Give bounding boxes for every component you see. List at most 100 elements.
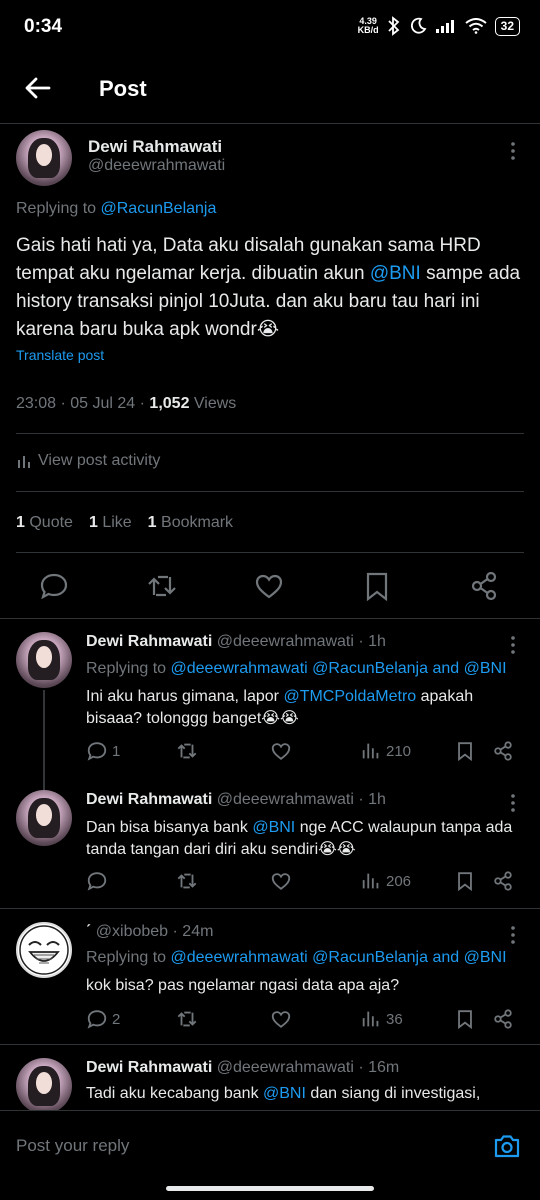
stat-label: Quote (29, 514, 73, 531)
author-handle[interactable]: @deeewrahmawati (88, 157, 225, 175)
view-post-activity[interactable]: View post activity (16, 452, 160, 470)
repost-icon (177, 743, 197, 759)
more-dots-icon[interactable] (503, 925, 523, 945)
translate-post-link[interactable]: Translate post (16, 347, 104, 363)
bar-chart-icon (18, 456, 30, 468)
bookmark-button[interactable] (454, 740, 476, 762)
avatar[interactable] (16, 1058, 72, 1114)
views-label: Views (189, 395, 237, 412)
camera-icon[interactable] (492, 1131, 522, 1161)
views-button[interactable]: 210 (360, 740, 411, 762)
reply-header: Dewi Rahmawati @deeewrahmawati · 1h (86, 633, 386, 651)
reply-text: Tadi aku kecabang bank @BNI dan siang di… (86, 1083, 526, 1105)
divider (0, 1044, 540, 1045)
reply-icon[interactable] (38, 570, 70, 602)
post-actions (0, 570, 540, 604)
reply-actions: 206 (86, 870, 526, 896)
repost-icon[interactable] (146, 570, 178, 602)
reply-replying-to: Replying to @deeewrahmawati @RacunBelanj… (86, 949, 507, 967)
post-mention[interactable]: @BNI (370, 263, 421, 284)
like-button[interactable] (270, 1008, 292, 1030)
avatar[interactable] (16, 632, 72, 688)
views-button[interactable]: 206 (360, 870, 411, 892)
replying-prefix: Replying to (86, 660, 171, 677)
reply-count: 1 (112, 742, 121, 760)
like-button[interactable] (270, 870, 292, 892)
reply-icon (87, 872, 107, 891)
avatar[interactable] (16, 790, 72, 846)
reply-header: ˊ @xibobeb · 24m (86, 923, 213, 941)
share-button[interactable] (492, 1008, 514, 1030)
share-button[interactable] (492, 740, 514, 762)
author-name[interactable]: Dewi Rahmawati (88, 137, 222, 157)
stat-bookmarks[interactable]: 1 Bookmark (148, 514, 233, 532)
avatar[interactable] (16, 922, 72, 978)
share-icon (494, 741, 512, 761)
reply-button[interactable]: 1 (86, 740, 120, 762)
views-icon (362, 873, 379, 889)
share-icon (494, 1009, 512, 1029)
reply-author-name[interactable]: Dewi Rahmawati (86, 1059, 212, 1076)
reply-actions: 1 210 (86, 740, 526, 766)
reply-button[interactable]: 2 (86, 1008, 120, 1030)
divider (0, 908, 540, 909)
meme-face-icon (19, 925, 69, 975)
stat-count: 1 (147, 514, 157, 531)
more-dots-icon[interactable] (503, 141, 523, 161)
bookmark-icon[interactable] (361, 570, 393, 602)
stat-quotes[interactable]: 1 Quote (16, 514, 73, 532)
share-icon[interactable] (468, 570, 500, 602)
replying-to: Replying to @RacunBelanja (16, 200, 216, 218)
reply-text-b: dan siang di investigasi, (305, 1085, 481, 1102)
stat-label: Bookmark (161, 514, 234, 531)
divider (16, 433, 524, 434)
bookmark-button[interactable] (454, 1008, 476, 1030)
reply-button[interactable] (86, 870, 112, 892)
reply-handle-time: @deeewrahmawati · 1h (216, 633, 386, 650)
repost-button[interactable] (176, 870, 198, 892)
views-button[interactable]: 36 (360, 1008, 403, 1030)
back-arrow-icon[interactable] (22, 72, 54, 104)
reply-author-name[interactable]: ˊ (86, 923, 91, 940)
more-dots-icon[interactable] (503, 793, 523, 813)
reply-mention[interactable]: @TMCPoldaMetro (283, 688, 416, 705)
page-title: Post (99, 76, 147, 101)
stat-count: 1 (88, 514, 98, 531)
reply-handle-time: @deeewrahmawati · 1h (216, 791, 386, 808)
repost-button[interactable] (176, 1008, 198, 1030)
replying-mentions[interactable]: @deeewrahmawati @RacunBelanja and @BNI (171, 660, 507, 677)
post-text: Gais hati hati ya, Data aku disalah guna… (16, 232, 524, 344)
repost-button[interactable] (176, 740, 198, 762)
share-button[interactable] (492, 870, 514, 892)
replying-mentions[interactable]: @deeewrahmawati @RacunBelanja and @BNI (171, 949, 507, 966)
reply-input[interactable]: Post your reply (16, 1136, 456, 1156)
views-count: 36 (386, 1010, 403, 1028)
like-button[interactable] (270, 740, 292, 762)
reply-author-name[interactable]: Dewi Rahmawati (86, 633, 212, 650)
more-dots-icon[interactable] (503, 635, 523, 655)
reply-mention[interactable]: @BNI (263, 1085, 306, 1102)
reply-author-name[interactable]: Dewi Rahmawati (86, 791, 212, 808)
like-icon[interactable] (253, 570, 285, 602)
bookmark-icon (458, 742, 472, 762)
post-stats: 1 Quote 1 Like 1 Bookmark (16, 514, 233, 532)
reply-text-a: Tadi aku kecabang bank (86, 1085, 264, 1102)
reply-text: kok bisa? pas ngelamar ngasi data apa aj… (86, 975, 516, 997)
reply-header: Dewi Rahmawati @deeewrahmawati · 16m (86, 1059, 399, 1077)
bookmark-icon (458, 872, 472, 892)
stat-likes[interactable]: 1 Like (89, 514, 132, 532)
battery-indicator: 32 (494, 16, 520, 36)
reply-text: Ini aku harus gimana, lapor @TMCPoldaMet… (86, 686, 516, 730)
avatar[interactable] (16, 130, 72, 186)
status-time: 0:34 (24, 16, 63, 37)
bookmark-button[interactable] (454, 870, 476, 892)
stat-count: 1 (16, 514, 25, 531)
reply-icon (87, 742, 107, 761)
replying-prefix: Replying to (16, 200, 101, 217)
thread-line (43, 690, 45, 790)
replying-mention[interactable]: @RacunBelanja (101, 200, 217, 217)
home-indicator[interactable] (166, 1186, 374, 1191)
like-icon (271, 1011, 291, 1028)
reply-text-a: Dan bisa bisanya bank (86, 819, 253, 836)
reply-mention[interactable]: @BNI (252, 819, 295, 836)
